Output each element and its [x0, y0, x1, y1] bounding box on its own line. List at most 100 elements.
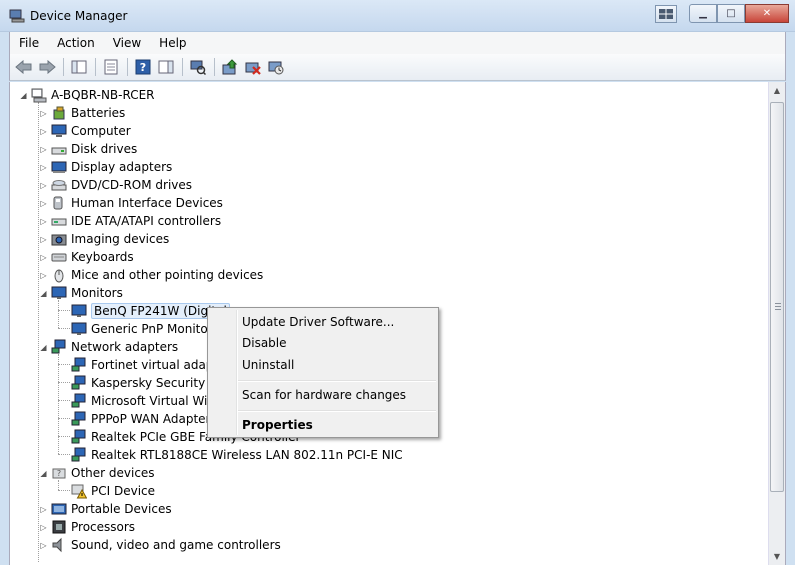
tree-category-monitors[interactable]: ◢ Monitors	[39, 284, 123, 302]
collapse-icon[interactable]: ◢	[39, 343, 48, 352]
tree-category-portable-devices[interactable]: ▷ Portable Devices	[39, 500, 172, 518]
snap-layout-button[interactable]	[655, 5, 677, 23]
ide-controller-icon	[51, 213, 67, 229]
show-hide-tree-button[interactable]	[68, 56, 90, 78]
ctx-update-driver[interactable]: Update Driver Software...	[242, 313, 394, 331]
tree-device-network-adapter[interactable]: Fortinet virtual adapte	[71, 356, 226, 374]
menu-bar: File Action View Help	[9, 32, 786, 54]
tree-category-dvd-drives[interactable]: ▷ DVD/CD-ROM drives	[39, 176, 192, 194]
tree-device-network-adapter[interactable]: PPPoP WAN Adapter	[71, 410, 211, 428]
expand-icon[interactable]: ▷	[39, 199, 48, 208]
uninstall-button[interactable]	[242, 56, 264, 78]
scroll-up-arrow-icon: ▲	[773, 86, 781, 95]
toolbar-separator	[182, 58, 183, 76]
maximize-icon: □	[726, 8, 736, 19]
expand-icon[interactable]: ▷	[39, 181, 48, 190]
network-adapter-icon	[71, 375, 87, 391]
expand-icon[interactable]: ▷	[39, 271, 48, 280]
expand-icon[interactable]: ▷	[39, 217, 48, 226]
help-toolbar-button[interactable]: ?	[132, 56, 154, 78]
menu-action[interactable]: Action	[48, 36, 104, 50]
minimize-button[interactable]: ▁	[689, 4, 717, 23]
ctx-disable[interactable]: Disable	[242, 334, 287, 352]
device-label: PCI Device	[91, 484, 156, 498]
tree-category-ide[interactable]: ▷ IDE ATA/ATAPI controllers	[39, 212, 221, 230]
update-driver-button[interactable]	[219, 56, 241, 78]
scroll-down-arrow-icon: ▼	[773, 552, 781, 561]
tree-category-sound[interactable]: ▷ Sound, video and game controllers	[39, 536, 281, 554]
scroll-up-button[interactable]: ▲	[769, 82, 785, 99]
tree-device-pci-device[interactable]: PCI Device	[71, 482, 155, 500]
collapse-icon[interactable]: ◢	[39, 469, 48, 478]
category-label: Human Interface Devices	[71, 196, 223, 210]
root-label: A-BQBR-NB-RCER	[51, 88, 155, 102]
device-label: Fortinet virtual adapte	[91, 358, 226, 372]
maximize-button[interactable]: □	[717, 4, 745, 23]
tree-category-hid[interactable]: ▷ Human Interface Devices	[39, 194, 223, 212]
tree-category-network[interactable]: ◢ Network adapters	[39, 338, 178, 356]
close-icon: ✕	[762, 8, 772, 19]
menu-help[interactable]: Help	[150, 36, 195, 50]
network-adapter-icon	[71, 357, 87, 373]
expand-icon[interactable]: ▷	[39, 163, 48, 172]
tree-category-computer[interactable]: ▷ Computer	[39, 122, 131, 140]
properties-toolbar-button[interactable]	[100, 56, 122, 78]
tree-category-display-adapters[interactable]: ▷ Display adapters	[39, 158, 172, 176]
category-label: Portable Devices	[71, 502, 172, 516]
category-label: Monitors	[71, 286, 123, 300]
tree-category-processors[interactable]: ▷ Processors	[39, 518, 135, 536]
menu-file[interactable]: File	[10, 36, 48, 50]
tree-device-benq-monitor[interactable]: BenQ FP241W (Digital	[71, 302, 230, 320]
tree-category-other-devices[interactable]: ◢ ? Other devices	[39, 464, 154, 482]
update-driver-icon	[222, 59, 238, 75]
title-bar[interactable]: Device Manager ▁ □ ✕	[0, 0, 795, 32]
tree-category-disk-drives[interactable]: ▷ Disk drives	[39, 140, 137, 158]
device-label: Microsoft Virtual WiFi	[91, 394, 217, 408]
expand-icon[interactable]: ▷	[39, 523, 48, 532]
category-label: Sound, video and game controllers	[71, 538, 281, 552]
context-menu-separator	[238, 410, 436, 412]
forward-button[interactable]	[36, 56, 58, 78]
expand-icon[interactable]: ▷	[39, 145, 48, 154]
expand-icon[interactable]: ▷	[39, 127, 48, 136]
scrollbar-thumb[interactable]	[770, 102, 784, 492]
menu-view[interactable]: View	[104, 36, 150, 50]
tree-device-network-adapter[interactable]: Microsoft Virtual WiFi	[71, 392, 217, 410]
tree-device-network-adapter[interactable]: Realtek RTL8188CE Wireless LAN 802.11n P…	[71, 446, 403, 464]
expand-icon[interactable]: ▷	[39, 505, 48, 514]
expand-icon[interactable]: ▷	[39, 541, 48, 550]
ctx-scan-hardware[interactable]: Scan for hardware changes	[242, 386, 406, 404]
category-label: Computer	[71, 124, 131, 138]
toolbar-separator	[214, 58, 215, 76]
enable-device-button[interactable]	[265, 56, 287, 78]
expand-icon[interactable]: ▷	[39, 235, 48, 244]
category-label: IDE ATA/ATAPI controllers	[71, 214, 222, 228]
toolbar-separator	[95, 58, 96, 76]
device-manager-icon	[9, 9, 25, 23]
category-label: Imaging devices	[71, 232, 170, 246]
network-adapter-icon	[71, 411, 87, 427]
battery-icon	[51, 105, 67, 121]
ctx-properties[interactable]: Properties	[242, 416, 313, 434]
vertical-scrollbar[interactable]: ▲ ▼	[768, 82, 785, 565]
scan-hardware-button[interactable]	[187, 56, 209, 78]
scroll-down-button[interactable]: ▼	[769, 548, 785, 565]
back-button[interactable]	[13, 56, 35, 78]
display-adapter-icon	[51, 159, 67, 175]
close-button[interactable]: ✕	[745, 4, 789, 23]
action-pane-button[interactable]	[155, 56, 177, 78]
tree-category-keyboards[interactable]: ▷ Keyboards	[39, 248, 133, 266]
expand-icon[interactable]: ▷	[39, 109, 48, 118]
collapse-icon[interactable]: ◢	[39, 289, 48, 298]
scrollbar-grip-icon	[775, 303, 781, 310]
tree-root[interactable]: ◢ A-BQBR-NB-RCER	[19, 86, 155, 104]
network-adapter-icon	[71, 429, 87, 445]
tree-category-imaging[interactable]: ▷ Imaging devices	[39, 230, 169, 248]
tree-device-generic-monitor[interactable]: Generic PnP Monitor	[71, 320, 213, 338]
tree-category-batteries[interactable]: ▷ Batteries	[39, 104, 125, 122]
expand-icon[interactable]: ▷	[39, 253, 48, 262]
ctx-uninstall[interactable]: Uninstall	[242, 356, 294, 374]
tree-category-mice[interactable]: ▷ Mice and other pointing devices	[39, 266, 263, 284]
keyboard-icon	[51, 249, 67, 265]
collapse-icon[interactable]: ◢	[19, 91, 28, 100]
